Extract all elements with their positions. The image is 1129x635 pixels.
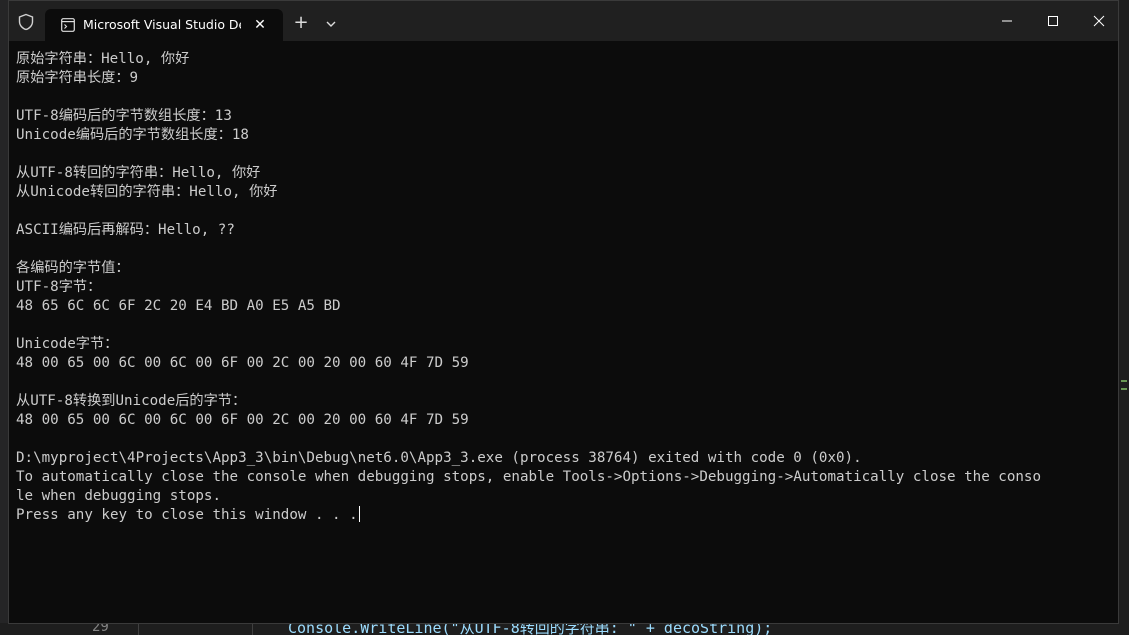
console-prompt-text: Press any key to close this window . . . bbox=[16, 507, 358, 523]
ide-left-edge bbox=[0, 0, 8, 635]
close-window-button[interactable] bbox=[1089, 11, 1109, 31]
ide-code-line: 29 Console.WriteLine("从UTF-8转回的字符串: " + … bbox=[0, 623, 1129, 635]
chevron-down-icon[interactable] bbox=[323, 16, 339, 32]
console-line: Unicode字节： bbox=[16, 336, 119, 352]
console-line: 48 65 6C 6C 6F 2C 20 E4 BD A0 E5 A5 BD bbox=[16, 298, 341, 314]
console-line: 48 00 65 00 6C 00 6C 00 6F 00 2C 00 20 0… bbox=[16, 355, 469, 371]
ide-line-number: 29 bbox=[92, 623, 109, 635]
console-line: 从Unicode转回的字符串：Hello, 你好 bbox=[16, 184, 278, 200]
ide-scroll-marker bbox=[1121, 380, 1127, 382]
debug-console-window: Microsoft Visual Studio Debug Console ✕ … bbox=[8, 0, 1119, 624]
text-cursor bbox=[358, 506, 360, 522]
new-tab-button[interactable]: + bbox=[291, 14, 311, 34]
console-line: 从UTF-8转回的字符串：Hello, 你好 bbox=[16, 165, 261, 181]
maximize-button[interactable] bbox=[1043, 11, 1063, 31]
console-prompt-line: Press any key to close this window . . . bbox=[16, 506, 360, 525]
console-line: To automatically close the console when … bbox=[16, 469, 1041, 485]
console-line: 原始字符串长度：9 bbox=[16, 70, 139, 86]
shield-icon[interactable] bbox=[17, 13, 35, 31]
console-line: UTF-8字节： bbox=[16, 279, 102, 295]
console-line: ASCII编码后再解码：Hello, ?? bbox=[16, 222, 235, 238]
indent-guide bbox=[138, 623, 139, 635]
console-line: 原始字符串：Hello, 你好 bbox=[16, 51, 190, 67]
console-line: D:\myproject\4Projects\App3_3\bin\Debug\… bbox=[16, 450, 862, 466]
ide-code-text: Console.WriteLine("从UTF-8转回的字符串: " + dec… bbox=[288, 623, 773, 635]
tab-debug-console[interactable]: Microsoft Visual Studio Debug Console ✕ bbox=[45, 9, 283, 41]
console-line: 48 00 65 00 6C 00 6C 00 6F 00 2C 00 20 0… bbox=[16, 412, 469, 428]
tab-close-button[interactable]: ✕ bbox=[251, 16, 269, 34]
console-line: UTF-8编码后的字节数组长度：13 bbox=[16, 108, 232, 124]
title-bar[interactable]: Microsoft Visual Studio Debug Console ✕ … bbox=[9, 1, 1118, 41]
indent-guide bbox=[252, 623, 253, 635]
console-line: 各编码的字节值： bbox=[16, 260, 130, 276]
tab-title: Microsoft Visual Studio Debug Console bbox=[83, 17, 241, 32]
ide-scroll-marker bbox=[1121, 388, 1127, 390]
ide-right-edge bbox=[1118, 0, 1129, 635]
terminal-icon bbox=[61, 18, 75, 32]
minimize-button[interactable] bbox=[997, 11, 1017, 31]
console-output[interactable]: 原始字符串：Hello, 你好 原始字符串长度：9 UTF-8编码后的字节数组长… bbox=[9, 41, 1118, 623]
console-line: Unicode编码后的字节数组长度：18 bbox=[16, 127, 249, 143]
console-line: le when debugging stops. bbox=[16, 488, 221, 504]
console-line: 从UTF-8转换到Unicode后的字节： bbox=[16, 393, 247, 409]
